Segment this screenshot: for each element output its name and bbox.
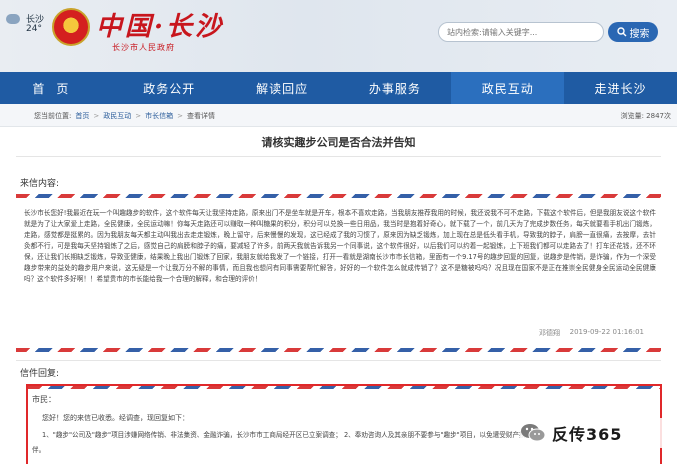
watermark: 反传365: [520, 418, 670, 448]
weather-widget: 长沙 24°: [6, 10, 52, 38]
weather-temperature: 24°: [26, 24, 42, 34]
reply-section-label: 信件回复:: [20, 369, 60, 379]
main-nav: 首页 政务公开 解读回应 办事服务 政民互动 走进长沙: [0, 72, 677, 104]
nav-item-interpretation[interactable]: 解读回应: [226, 72, 339, 104]
breadcrumb-separator: >: [135, 112, 142, 120]
nav-item-about-changsha[interactable]: 走进长沙: [564, 72, 677, 104]
cloud-icon: [6, 14, 20, 24]
nav-item-interaction[interactable]: 政民互动: [451, 72, 565, 104]
letter-title: 请核实趣步公司是否合法并告知: [261, 136, 416, 149]
breadcrumb-bar: 您当前位置: 首页 > 政民互动 > 市长信箱 > 查看详情 浏览量: 2847…: [0, 104, 677, 127]
search-button-label: 搜索: [629, 28, 650, 40]
letter-body-text: 长沙市长您好!我最近在玩一个叫趣趣步的软件，这个软件每天让我坚持走路，原来出门不…: [24, 209, 656, 283]
breadcrumb-mayor-mailbox[interactable]: 市长信箱: [145, 111, 173, 121]
reply-text: 您好！您的来信已收悉。经调查，现回复如下：: [42, 414, 189, 422]
nav-item-government-affairs[interactable]: 政务公开: [113, 72, 226, 104]
airmail-border-bottom: [16, 348, 661, 352]
letter-detail: 请核实趣步公司是否合法并告知 来信内容: 长沙市长您好!我最近在玩一个叫趣趣步的…: [16, 132, 662, 464]
airmail-border-top: [16, 194, 661, 198]
letter-section-label: 来信内容:: [20, 179, 60, 189]
watermark-text: 反传365: [552, 425, 623, 444]
breadcrumb-current: 查看详情: [186, 112, 215, 120]
divider: [16, 156, 661, 157]
national-emblem-logo: ★: [52, 8, 90, 46]
divider: [16, 360, 661, 361]
wechat-icon: [520, 422, 546, 444]
letter-body: 长沙市长您好!我最近在玩一个叫趣趣步的软件，这个软件每天让我坚持走路，原来出门不…: [24, 208, 656, 285]
site-header: 长沙 24° ★ 中国·长沙 长沙市人民政府 搜索: [0, 0, 677, 72]
search-input[interactable]: [438, 22, 604, 42]
site-subtitle: 长沙市人民政府: [112, 43, 175, 52]
site-title[interactable]: 中国·长沙: [96, 6, 224, 43]
breadcrumb-separator: >: [93, 112, 100, 120]
nav-item-services[interactable]: 办事服务: [338, 72, 451, 104]
breadcrumb-interaction[interactable]: 政民互动: [103, 111, 131, 121]
breadcrumb-home[interactable]: 首页: [75, 111, 89, 121]
breadcrumb: 您当前位置: 首页 > 政民互动 > 市长信箱 > 查看详情: [34, 111, 215, 121]
search-icon: [616, 27, 626, 37]
breadcrumb-prefix: 您当前位置:: [34, 112, 72, 120]
search-button[interactable]: 搜索: [608, 22, 658, 42]
reply-greeting: 市民：: [32, 395, 56, 404]
letter-author: 邓德翔: [539, 329, 560, 337]
nav-item-home[interactable]: 首页: [0, 72, 113, 104]
letter-date: 2019-09-22 01:16:01: [569, 328, 644, 336]
breadcrumb-separator: >: [177, 112, 183, 120]
airmail-border-reply: [28, 386, 660, 389]
reply-text: 伴。: [32, 446, 46, 454]
view-count: 浏览量: 2847次: [620, 112, 671, 120]
